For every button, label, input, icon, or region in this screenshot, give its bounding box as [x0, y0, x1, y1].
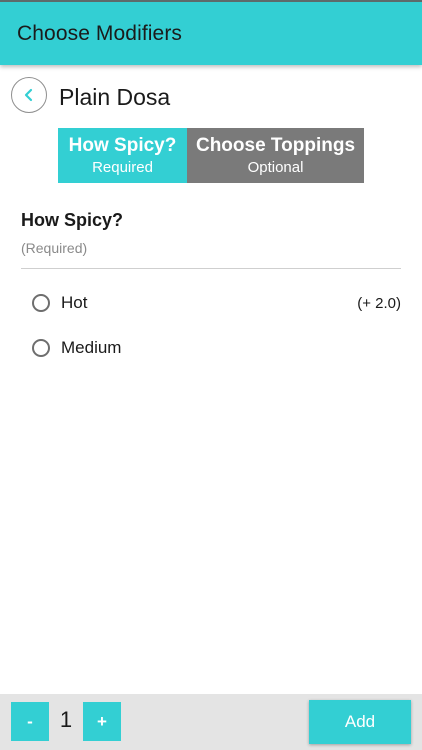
tab-subtitle: Required: [92, 158, 153, 176]
add-button[interactable]: Add: [309, 700, 411, 744]
tab-how-spicy[interactable]: How Spicy? Required: [58, 128, 187, 183]
tab-title: How Spicy?: [68, 134, 177, 156]
option-label: Medium: [61, 338, 122, 357]
app-bar: Choose Modifiers: [0, 0, 422, 65]
option-hot[interactable]: Hot (+ 2.0): [21, 288, 401, 318]
bottom-bar: - 1 + Add: [0, 694, 422, 750]
chevron-left-icon: [24, 88, 33, 102]
option-label: Hot: [61, 293, 88, 312]
back-button[interactable]: [11, 77, 47, 113]
radio-button[interactable]: [32, 339, 50, 357]
option-price: (+ 2.0): [357, 294, 401, 312]
section-subtitle: (Required): [21, 240, 88, 256]
radio-button[interactable]: [32, 294, 50, 312]
tab-choose-toppings[interactable]: Choose Toppings Optional: [187, 128, 364, 183]
product-title: Plain Dosa: [59, 84, 171, 110]
app-bar-title: Choose Modifiers: [17, 22, 183, 45]
increment-button[interactable]: +: [83, 702, 121, 741]
section-title: How Spicy?: [21, 210, 124, 230]
tab-subtitle: Optional: [247, 158, 304, 176]
quantity-value: 1: [59, 707, 73, 732]
tab-title: Choose Toppings: [195, 134, 356, 156]
option-medium[interactable]: Medium: [21, 333, 401, 363]
divider: [21, 268, 401, 269]
decrement-button[interactable]: -: [11, 702, 49, 741]
modifier-tabs: How Spicy? Required Choose Toppings Opti…: [58, 128, 364, 183]
